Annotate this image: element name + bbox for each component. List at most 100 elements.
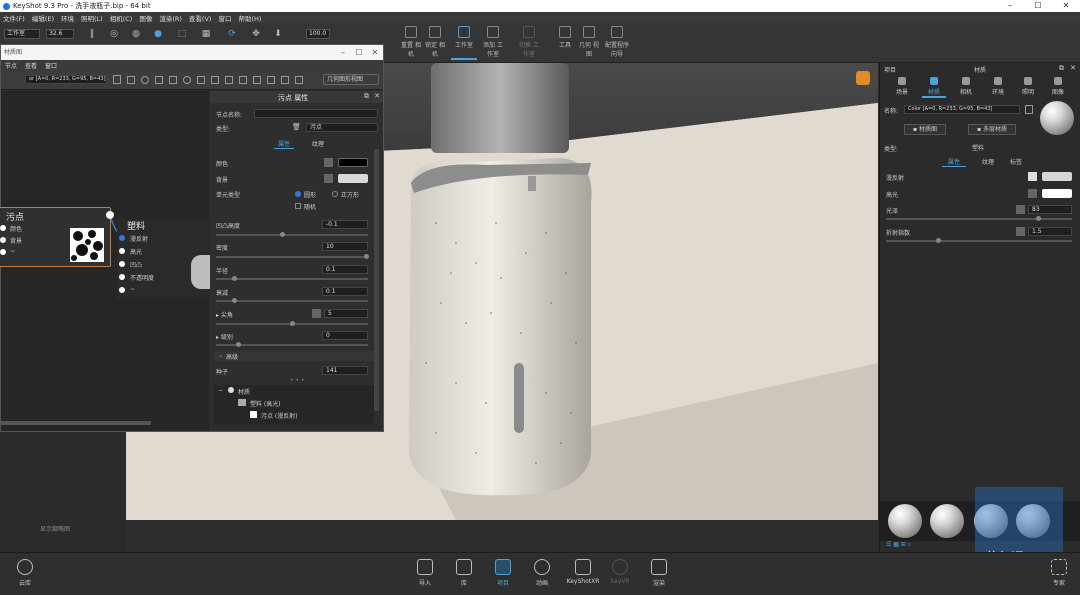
refresh-icon[interactable]: ⟳ (226, 28, 238, 40)
close-icon[interactable]: ✕ (1052, 0, 1080, 12)
render-button[interactable]: 渲染 (646, 559, 672, 587)
tool-icon-4[interactable] (169, 76, 177, 84)
menu-file[interactable]: 文件(F) (3, 13, 25, 23)
drag-handle-icon[interactable]: • • • (290, 377, 304, 384)
tab-texture[interactable]: 纹理 (308, 139, 328, 148)
add-studio-button[interactable]: 添加 工作室 (480, 26, 506, 58)
tab-material[interactable]: 材质 (922, 77, 946, 98)
specular-texture-icon[interactable] (1028, 189, 1037, 198)
move-icon[interactable]: ✥ (250, 28, 262, 40)
level-slider[interactable] (216, 342, 368, 347)
plastic-node[interactable]: 塑料 漫反射 高光 凹凸 不透明度 ~ (117, 219, 217, 299)
tree-spot[interactable]: 污点 (漫反射) (261, 411, 298, 420)
diffuse-swatch[interactable] (1042, 172, 1072, 181)
rp-tab-texture[interactable]: 纹理 (978, 157, 998, 166)
tool-icon-11[interactable] (267, 76, 275, 84)
menu-camera[interactable]: 相机(C) (110, 13, 133, 23)
tool-icon-5[interactable] (183, 76, 191, 84)
advanced-section[interactable]: ⌄ 高级 (214, 351, 374, 361)
tool-icon-7[interactable] (211, 76, 219, 84)
seed-input[interactable]: 141 (322, 366, 368, 375)
cpu-usage-field[interactable]: 32.6 (46, 29, 74, 39)
download-icon[interactable]: ⬇ (272, 28, 284, 40)
reset-camera-button[interactable]: 重置 相机 (398, 26, 424, 58)
pause-icon[interactable]: ‖ (86, 28, 98, 40)
tool-icon-1[interactable] (127, 76, 135, 84)
tool-icon-8[interactable] (225, 76, 233, 84)
rp-tab-properties[interactable]: 属性 (942, 157, 967, 167)
plastic-input-diffuse-port[interactable] (119, 235, 125, 241)
sharpness-slider[interactable] (216, 321, 368, 326)
float-icon[interactable]: ⧉ (364, 92, 369, 101)
menu-image[interactable]: 图像 (139, 13, 152, 23)
tool-icon-3[interactable] (155, 76, 163, 84)
mg-minimize-icon[interactable]: – (335, 45, 351, 60)
rp-tab-label[interactable]: 标签 (1006, 157, 1026, 166)
geometry-view-button[interactable]: 几何 视图 (576, 26, 602, 58)
plastic-input-specular-port[interactable] (119, 248, 125, 254)
tab-scene[interactable]: 场景 (890, 77, 914, 96)
menu-view[interactable]: 查看(V) (189, 13, 212, 23)
panel-float-icon[interactable]: ⧉ (1059, 64, 1064, 73)
mg-menu-node[interactable]: 节点 (5, 61, 17, 70)
diffuse-texture-icon[interactable] (1028, 172, 1037, 181)
properties-close-icon[interactable]: ✕ (374, 92, 380, 100)
node-graph-canvas[interactable]: 污点 颜色 背景 ~ 塑料 漫反射 高光 凹凸 不透明度 ~ (0, 91, 217, 431)
render-overlay-icon[interactable] (856, 71, 870, 85)
spot-output-port[interactable] (106, 211, 114, 219)
tool-icon-13[interactable] (295, 76, 303, 84)
spot-input-extra-port[interactable] (0, 249, 6, 255)
multi-material-button[interactable]: ▪ 多层材质 (968, 124, 1016, 135)
trash-icon[interactable]: 🗑 (292, 123, 301, 131)
color-texture-icon[interactable] (324, 158, 333, 167)
tool-icon-9[interactable] (239, 76, 247, 84)
tab-properties[interactable]: 属性 (274, 139, 295, 149)
graph-horizontal-scrollbar[interactable] (1, 421, 151, 425)
library-button[interactable]: 库 (451, 559, 477, 587)
maximize-icon[interactable]: ☐ (1024, 0, 1052, 12)
panel-close-icon[interactable]: ✕ (1070, 64, 1076, 72)
sharpness-input[interactable]: 5 (324, 309, 368, 318)
plastic-input-opacity-port[interactable] (119, 274, 125, 280)
gloss-texture-icon[interactable] (1016, 205, 1025, 214)
bump-height-slider[interactable] (216, 232, 368, 237)
cloud-library-button[interactable]: 云库 (12, 559, 38, 587)
keyvr-button[interactable]: KeyVR (607, 559, 633, 585)
radius-slider[interactable] (216, 276, 368, 281)
menu-render[interactable]: 渲染(R) (159, 13, 182, 23)
save-icon[interactable] (113, 75, 121, 84)
mg-maximize-icon[interactable]: ☐ (351, 45, 367, 60)
keyshotxr-button[interactable]: KeyShotXR (567, 559, 599, 585)
region-render-icon[interactable]: ⬚ (176, 28, 188, 40)
material-type-select[interactable]: 塑料 (904, 143, 1052, 152)
radius-input[interactable]: 0.1 (322, 265, 368, 274)
menu-edit[interactable]: 编辑(E) (32, 13, 54, 23)
tool-icon-10[interactable] (253, 76, 261, 84)
material-name-input[interactable]: Color [A=0, R=233, G=95, B=43] (904, 105, 1020, 114)
ior-input[interactable]: 1.5 (1028, 227, 1072, 236)
minimize-icon[interactable]: – (996, 0, 1024, 12)
spot-input-bg-port[interactable] (0, 237, 6, 243)
workspace-select[interactable]: 工作室 (4, 29, 40, 39)
library-ball-1[interactable] (888, 504, 922, 538)
menu-help[interactable]: 帮助(H) (238, 13, 261, 23)
tool-icon-2[interactable] (141, 76, 149, 84)
animation-button[interactable]: 动画 (529, 559, 555, 587)
plastic-input-bump-port[interactable] (119, 261, 125, 267)
type-select[interactable]: 污点 (306, 123, 378, 132)
import-button[interactable]: 导入 (412, 559, 438, 587)
tab-image[interactable]: 图像 (1046, 77, 1070, 96)
falloff-slider[interactable] (216, 298, 368, 303)
tool-icon-6[interactable] (197, 76, 205, 84)
expert-button[interactable]: 专家 (1046, 559, 1072, 587)
plastic-input-extra-port[interactable] (119, 287, 125, 293)
tab-lighting[interactable]: 照明 (1016, 77, 1040, 96)
background-swatch[interactable] (338, 174, 368, 183)
sphere-icon[interactable]: ● (152, 28, 164, 40)
ior-texture-icon[interactable] (1016, 227, 1025, 236)
random-checkbox[interactable] (295, 203, 301, 209)
tab-environment[interactable]: 环境 (986, 77, 1010, 96)
density-input[interactable]: 10 (322, 242, 368, 251)
mg-menu-view[interactable]: 查看 (25, 61, 37, 70)
falloff-input[interactable]: 0.1 (322, 287, 368, 296)
